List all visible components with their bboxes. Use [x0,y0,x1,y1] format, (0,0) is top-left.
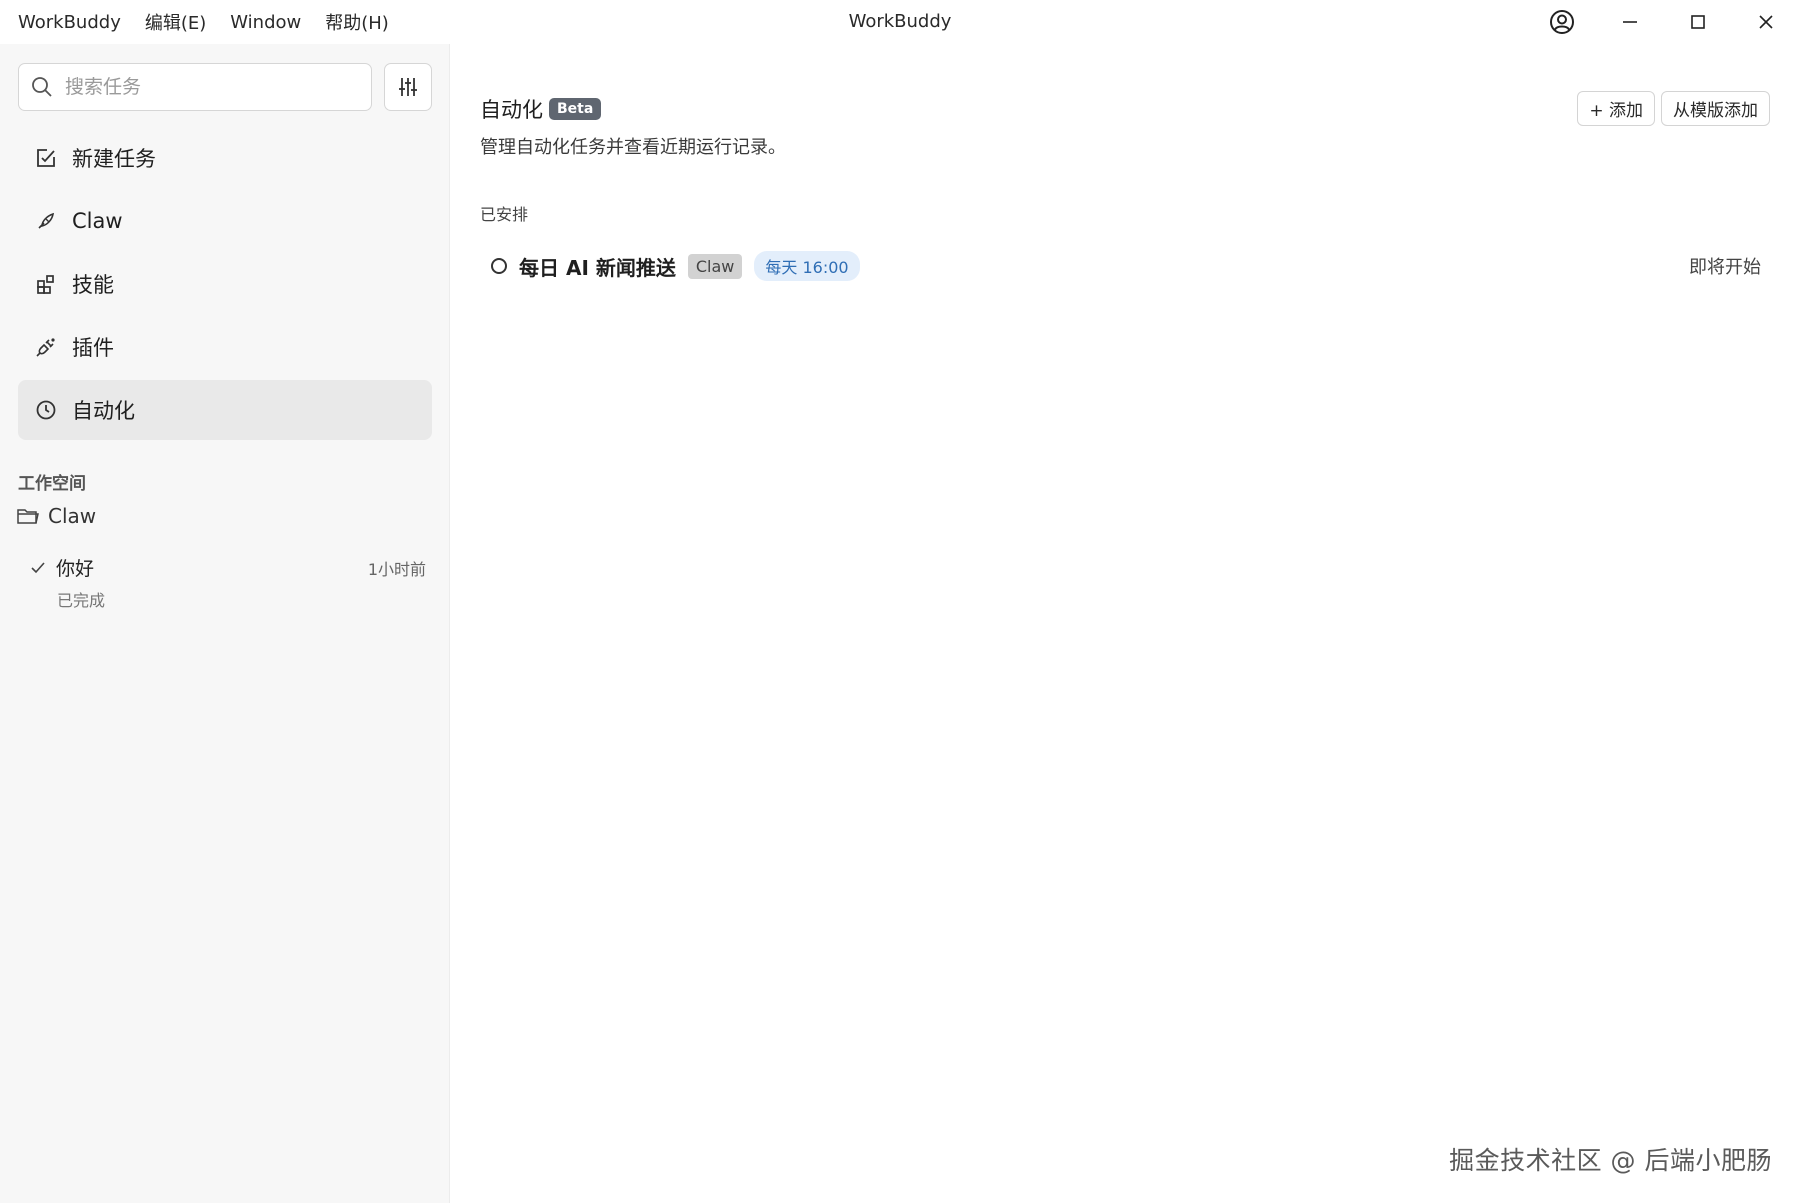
search-icon [32,77,52,97]
task-item[interactable]: 你好 1小时前 已完成 [30,554,426,611]
menu-app[interactable]: WorkBuddy [18,12,121,33]
schedule-tag: 每天 16:00 [754,251,860,281]
sidebar-item-label: 新建任务 [72,147,156,171]
task-line: 你好 1小时前 [30,554,426,581]
minimize-button[interactable] [1596,0,1664,44]
skills-blocks-icon [34,272,58,296]
sidebar-item-claw[interactable]: Claw [18,191,432,251]
account-button[interactable] [1532,0,1592,44]
automation-name: 每日 AI 新闻推送 [519,255,676,280]
menu-help[interactable]: 帮助(H) [325,9,389,35]
sidebar-item-new-task[interactable]: 新建任务 [18,128,432,188]
workspace-folder[interactable]: Claw [16,504,96,528]
menu-window[interactable]: Window [230,12,301,33]
folder-icon [16,506,40,526]
task-status: 已完成 [57,591,106,610]
app-window: WorkBuddy 编辑(E) Window 帮助(H) WorkBuddy 搜… [0,0,1800,1203]
watermark: 掘金技术社区 @ 后端小肥肠 [1449,1146,1772,1175]
filter-button[interactable] [384,63,432,111]
sidebar-item-label: 插件 [72,336,114,360]
search-row [18,63,432,111]
maximize-button[interactable] [1664,0,1732,44]
sidebar: 新建任务 Claw [0,44,450,1203]
sidebar-item-skills[interactable]: 技能 [18,254,432,314]
sidebar-item-label: 自动化 [72,399,135,423]
page-header: 自动化 Beta [480,94,602,124]
close-icon [1759,15,1773,29]
automation-state: 即将开始 [1689,257,1761,278]
main-content: 自动化 Beta 管理自动化任务并查看近期运行记录。 + 添加 从模版添加 已安… [451,44,1800,1203]
sidebar-nav: 新建任务 Claw 技能 插件 自动化 [18,128,432,443]
page-subtitle: 管理自动化任务并查看近期运行记录。 [480,137,786,158]
maximize-icon [1691,15,1705,29]
user-circle-icon [1550,10,1574,34]
automation-tag: Claw [687,253,743,279]
menu-bar: WorkBuddy 编辑(E) Window 帮助(H) [0,0,413,44]
clock-icon [34,398,58,422]
claw-icon [34,209,58,233]
automation-row[interactable]: 每日 AI 新闻推送 Claw 每天 16:00 即将开始 [491,246,1771,286]
page-title: 自动化 [480,98,543,122]
sidebar-item-automation[interactable]: 自动化 [18,380,432,440]
status-circle-icon [491,258,507,274]
checkmark-icon [30,560,48,576]
workspace-folder-label: Claw [48,504,97,528]
header-actions: + 添加 从模版添加 [1571,91,1770,126]
menu-edit[interactable]: 编辑(E) [145,9,206,35]
sidebar-item-label: Claw [72,209,123,233]
search-input[interactable] [65,76,355,98]
title-bar: WorkBuddy 编辑(E) Window 帮助(H) WorkBuddy [0,0,1800,44]
add-from-template-button[interactable]: 从模版添加 [1661,91,1770,126]
sidebar-item-label: 技能 [72,273,114,297]
section-scheduled-label: 已安排 [480,205,529,224]
task-time: 1小时前 [367,559,426,579]
plugin-plug-icon [34,335,58,359]
add-button[interactable]: + 添加 [1577,91,1655,126]
beta-badge: Beta [549,98,602,120]
workspace-heading: 工作空间 [18,474,86,494]
window-controls [1532,0,1800,44]
sliders-icon [399,78,417,96]
task-name: 你好 [56,558,95,580]
checkbox-edit-icon [34,146,58,170]
search-box[interactable] [18,63,372,111]
minimize-icon [1623,21,1637,23]
close-button[interactable] [1732,0,1800,44]
sidebar-item-plugins[interactable]: 插件 [18,317,432,377]
